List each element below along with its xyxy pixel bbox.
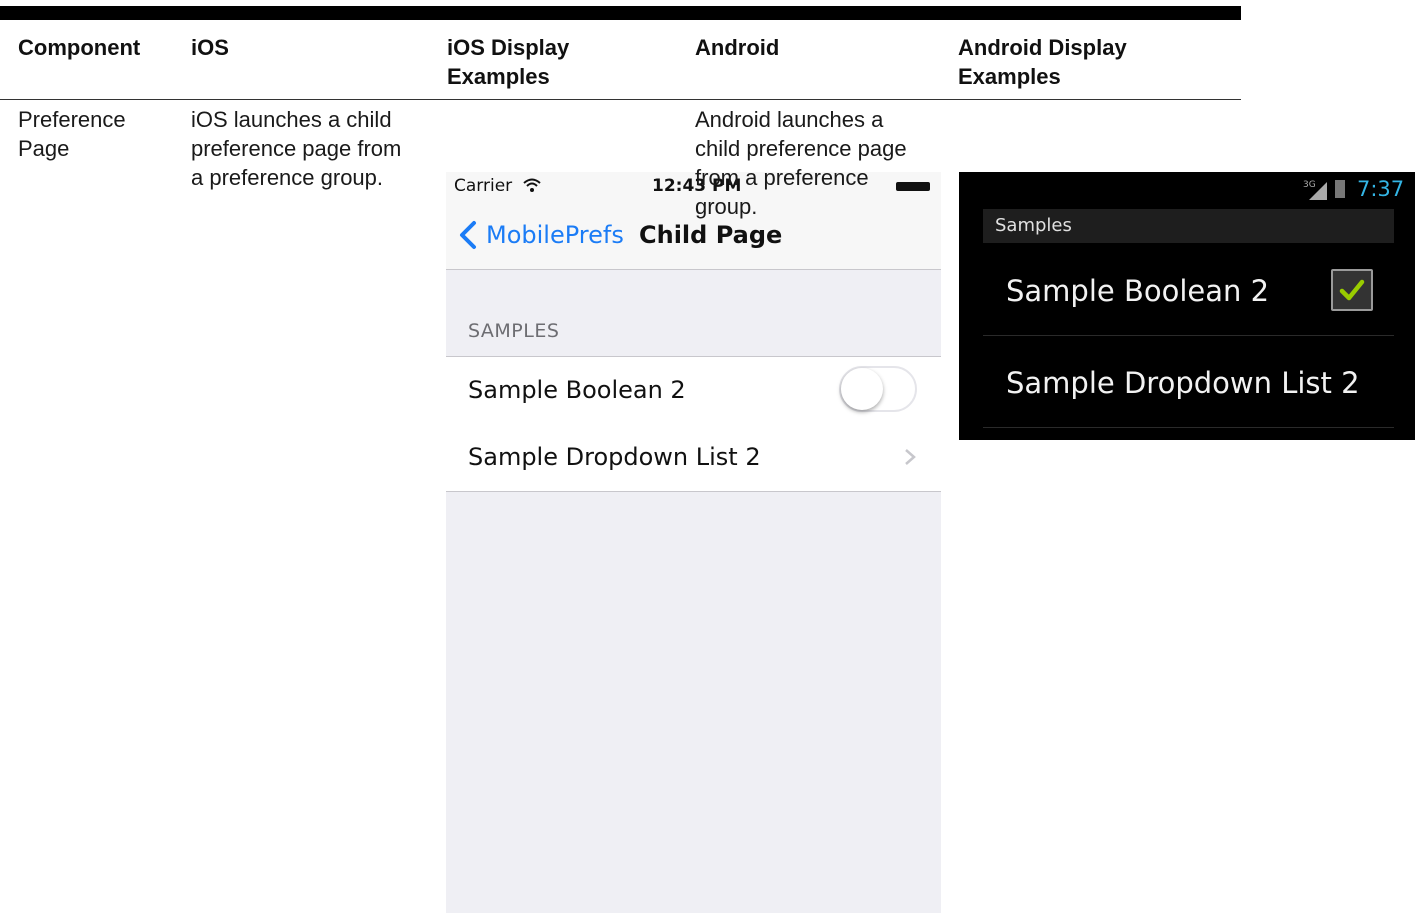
ios-back-button[interactable]: MobilePrefs xyxy=(486,221,624,249)
android-display-example: 3G 7:37 Samples Sample Boolean 2 Sample … xyxy=(959,172,1415,440)
ios-section-header: SAMPLES xyxy=(468,320,560,342)
cell-ios-line2: preference page from xyxy=(191,136,402,161)
cell-ios-line1: iOS launches a child xyxy=(191,107,392,132)
header-android-display-line2: Examples xyxy=(958,64,1061,89)
cell-android-line2: child preference page xyxy=(695,136,907,161)
table-top-rule xyxy=(0,6,1241,20)
ios-row-boolean[interactable]: Sample Boolean 2 xyxy=(446,356,941,425)
android-checkbox[interactable] xyxy=(1331,269,1373,311)
cell-component-line2: Page xyxy=(18,136,70,161)
signal-icon: 3G xyxy=(1303,180,1327,200)
header-android: Android xyxy=(695,35,780,60)
battery-icon xyxy=(1335,180,1345,198)
android-row-boolean-label[interactable]: Sample Boolean 2 xyxy=(1006,274,1269,308)
cell-android-line1: Android launches a xyxy=(695,107,884,132)
header-android-display-line1: Android Display xyxy=(958,35,1127,60)
android-clock: 7:37 xyxy=(1357,177,1405,201)
ios-row-boolean-label: Sample Boolean 2 xyxy=(468,376,686,404)
ios-row-dropdown-label: Sample Dropdown List 2 xyxy=(468,443,761,471)
wifi-icon xyxy=(523,178,541,192)
android-divider xyxy=(983,335,1394,336)
android-divider xyxy=(983,427,1394,428)
ios-toggle-switch[interactable] xyxy=(839,366,917,412)
cell-android-line3: from a preference xyxy=(695,165,869,190)
android-row-dropdown-label[interactable]: Sample Dropdown List 2 xyxy=(1006,366,1360,400)
cell-component: Preference Page xyxy=(18,105,126,163)
checkmark-icon xyxy=(1339,279,1365,301)
back-chevron-icon[interactable] xyxy=(456,220,480,250)
cell-ios: iOS launches a child preference page fro… xyxy=(191,105,401,192)
header-ios-display-line2: Examples xyxy=(447,64,550,89)
network-type-label: 3G xyxy=(1303,180,1316,190)
header-component: Component xyxy=(18,35,141,60)
android-category-header: Samples xyxy=(983,209,1394,243)
cell-component-line1: Preference xyxy=(18,107,126,132)
ios-carrier: Carrier xyxy=(454,176,513,196)
ios-toggle-knob xyxy=(841,368,883,410)
android-category-label: Samples xyxy=(995,215,1072,236)
header-ios: iOS xyxy=(191,35,229,60)
ios-row-dropdown[interactable]: Sample Dropdown List 2 xyxy=(446,424,941,492)
ios-page-title: Child Page xyxy=(639,221,783,249)
header-ios-display: iOS Display Examples xyxy=(447,33,569,91)
header-ios-display-line1: iOS Display xyxy=(447,35,570,60)
header-android-display: Android Display Examples xyxy=(958,33,1127,91)
chevron-right-icon xyxy=(905,449,916,465)
header-rule xyxy=(0,99,1241,100)
ios-display-example: Carrier 12:43 PM MobilePrefs Child Page … xyxy=(446,172,941,913)
cell-android-line4: group. xyxy=(695,194,758,219)
cell-android: Android launches a child preference page… xyxy=(695,105,907,221)
cell-ios-line3: a preference group. xyxy=(191,165,384,190)
